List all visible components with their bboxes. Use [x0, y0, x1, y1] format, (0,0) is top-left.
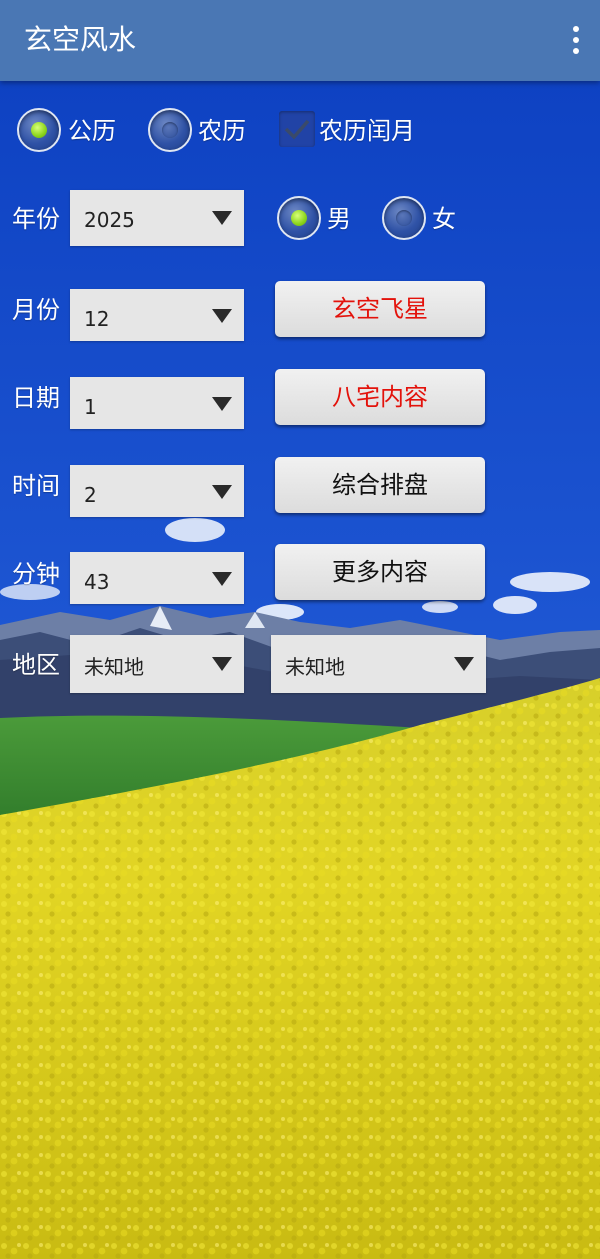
app-title: 玄空风水 [24, 23, 137, 56]
dropdown-arrow-icon [212, 211, 232, 225]
region-province-value: 未知地 [84, 655, 144, 679]
radio-lunar-calendar[interactable] [148, 108, 192, 152]
month-label: 月份 [12, 296, 60, 324]
radio-solar-calendar[interactable] [17, 108, 61, 152]
month-spinner[interactable]: 12 [70, 289, 244, 341]
region-province-spinner[interactable]: 未知地 [70, 635, 244, 693]
minute-label: 分钟 [12, 560, 60, 588]
month-value: 12 [84, 307, 110, 331]
dropdown-arrow-icon [212, 397, 232, 411]
dropdown-arrow-icon [212, 572, 232, 586]
app-screen: 玄空风水 公历 农历 农历闰月 年份 2025 男 女 月份 12 玄空飞星 日… [0, 0, 600, 1259]
radio-solar-calendar-label: 公历 [68, 117, 116, 145]
year-label: 年份 [12, 205, 60, 233]
dropdown-arrow-icon [212, 309, 232, 323]
background-landscape-image [0, 0, 600, 1259]
hour-spinner[interactable]: 2 [70, 465, 244, 517]
more-content-button[interactable]: 更多内容 [275, 544, 485, 600]
day-value: 1 [84, 395, 97, 419]
dropdown-arrow-icon [454, 657, 474, 671]
radio-female-label: 女 [432, 205, 456, 233]
comprehensive-chart-button[interactable]: 综合排盘 [275, 457, 485, 513]
checkmark-icon [284, 119, 310, 140]
radio-male-label: 男 [327, 205, 351, 233]
minute-value: 43 [84, 570, 110, 594]
region-city-value: 未知地 [285, 655, 345, 679]
hour-value: 2 [84, 483, 97, 507]
year-spinner[interactable]: 2025 [70, 190, 244, 246]
more-vert-icon[interactable] [566, 22, 586, 58]
radio-male[interactable] [277, 196, 321, 240]
app-bar: 玄空风水 [0, 0, 600, 81]
region-label: 地区 [12, 651, 60, 679]
day-spinner[interactable]: 1 [70, 377, 244, 429]
bazhai-content-button[interactable]: 八宅内容 [275, 369, 485, 425]
dropdown-arrow-icon [212, 657, 232, 671]
radio-female[interactable] [382, 196, 426, 240]
region-city-spinner[interactable]: 未知地 [271, 635, 486, 693]
minute-spinner[interactable]: 43 [70, 552, 244, 604]
day-label: 日期 [12, 384, 60, 412]
leap-month-checkbox[interactable] [279, 111, 315, 147]
dropdown-arrow-icon [212, 485, 232, 499]
leap-month-label: 农历闰月 [319, 117, 415, 145]
hour-label: 时间 [12, 472, 60, 500]
xuankong-flying-star-button[interactable]: 玄空飞星 [275, 281, 485, 337]
year-value: 2025 [84, 208, 135, 232]
radio-lunar-calendar-label: 农历 [198, 117, 246, 145]
